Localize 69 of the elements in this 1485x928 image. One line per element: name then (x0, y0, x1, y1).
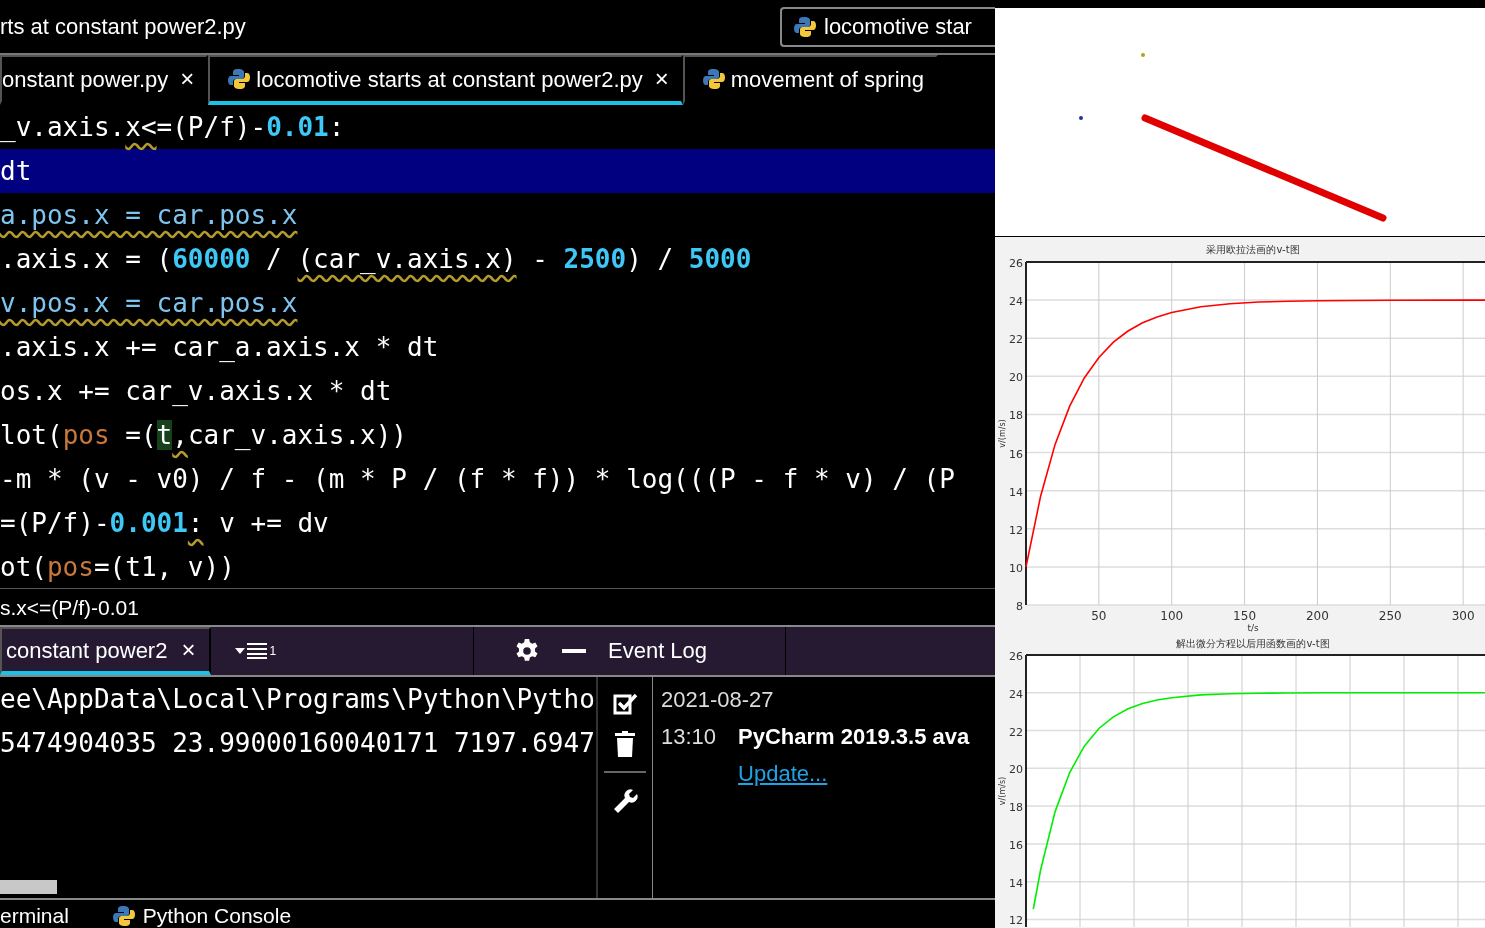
update-link[interactable]: Update... (738, 757, 828, 790)
y-tick-label: 22 (1009, 333, 1023, 347)
window-title: rts at constant power2.py (0, 13, 246, 41)
y-tick-label: 8 (1016, 600, 1023, 613)
code-line: lot(pos =(t,car_v.axis.x)) (0, 419, 409, 452)
code-line: .axis.x = (60000 / (car_v.axis.x) - 2500) / 5000 (0, 243, 753, 276)
x-tick-label: 250 (1378, 609, 1402, 623)
y-tick-label: 18 (1009, 409, 1023, 423)
x-tick-label: 50 (1091, 609, 1107, 623)
run-tab[interactable]: constant power2 × (0, 627, 212, 675)
run-configuration-selector[interactable]: locomotive star (780, 6, 995, 47)
scrollbar-thumb[interactable] (0, 880, 57, 894)
y-tick-label: 26 (1009, 257, 1023, 270)
caret-icon[interactable] (235, 647, 246, 655)
code-line: os.x += car_v.axis.x * dt (0, 375, 393, 408)
code-line: _v.axis.x<=(P/f)-0.01: (0, 111, 346, 144)
tool-window-tab[interactable]: Python Console (112, 900, 292, 928)
python-icon (228, 68, 251, 90)
x-axis-label: t/s (1247, 623, 1259, 633)
code-line: v.pos.x = car.pos.x (0, 287, 299, 320)
y-tick-label: 12 (1009, 523, 1023, 537)
code-line: a.pos.x = car.pos.x (0, 199, 299, 232)
close-icon[interactable]: × (648, 61, 669, 97)
python-icon (702, 68, 725, 90)
y-tick-label: 16 (1009, 447, 1023, 461)
y-axis-label: v/(m/s) (998, 776, 1007, 806)
y-tick-label: 14 (1009, 876, 1023, 890)
count-label: 1 (269, 643, 277, 660)
close-icon[interactable]: × (174, 61, 195, 97)
y-tick-label: 12 (1009, 914, 1023, 927)
y-tick-label: 16 (1009, 838, 1023, 852)
close-icon[interactable]: × (175, 632, 196, 668)
y-tick-label: 14 (1009, 485, 1023, 499)
editor-tab[interactable]: onstant power.py × (0, 55, 209, 105)
y-axis-label: v/(m/s) (998, 419, 1007, 448)
y-tick-label: 24 (1009, 295, 1023, 309)
code-line: .axis.x += car_a.axis.x * dt (0, 331, 440, 364)
x-tick-label: 150 (1233, 609, 1256, 623)
wrench-icon[interactable] (612, 787, 638, 813)
y-tick-label: 18 (1009, 801, 1023, 815)
code-line: -m * (v - v0) / f - (m * P / (f * f)) * log(((P - f * v) / (P (0, 463, 956, 496)
editor-tab[interactable]: locomotive starts at constant power2.py × (208, 55, 683, 105)
settings-icon[interactable] (514, 638, 540, 664)
y-tick-label: 10 (1009, 561, 1023, 575)
x-tick-label: 200 (1306, 609, 1329, 623)
chart-title: 解出微分方程以后用函数画的v-t图 (1176, 638, 1330, 649)
console-line: 5474904035 23.99000160040171 7197.6947 (0, 727, 596, 760)
y-tick-label: 20 (1009, 371, 1023, 385)
y-tick-label: 22 (1009, 725, 1023, 739)
console-line: ee\AppData\Local\Programs\Python\Pytho (0, 683, 596, 716)
code-line: ot(pos=(t1, v)) (0, 551, 236, 584)
chart-title: 采用欧拉法画的v-t图 (1206, 244, 1300, 255)
x-tick-label: 300 (1451, 609, 1475, 623)
python-icon (112, 904, 135, 927)
log-date: 2021-08-27 (661, 686, 775, 714)
editor-tab[interactable]: movement of spring (682, 55, 938, 105)
y-tick-label: 20 (1009, 763, 1023, 777)
checkbox-icon[interactable] (612, 691, 638, 717)
log-time: 13:10 (661, 723, 717, 751)
python-icon (794, 15, 816, 38)
y-tick-label: 24 (1009, 687, 1023, 701)
y-tick-label: 26 (1009, 650, 1023, 663)
x-tick-label: 100 (1160, 609, 1184, 623)
tool-window-tab[interactable]: erminal (0, 900, 69, 928)
list-icon[interactable] (247, 643, 268, 659)
code-line: =(P/f)-0.001: v += dv (0, 507, 330, 540)
log-message: PyCharm 2019.3.5 ava (738, 723, 970, 751)
trash-icon[interactable] (615, 731, 635, 757)
breadcrumb-text: s.x<=(P/f)-0.01 (0, 588, 995, 625)
